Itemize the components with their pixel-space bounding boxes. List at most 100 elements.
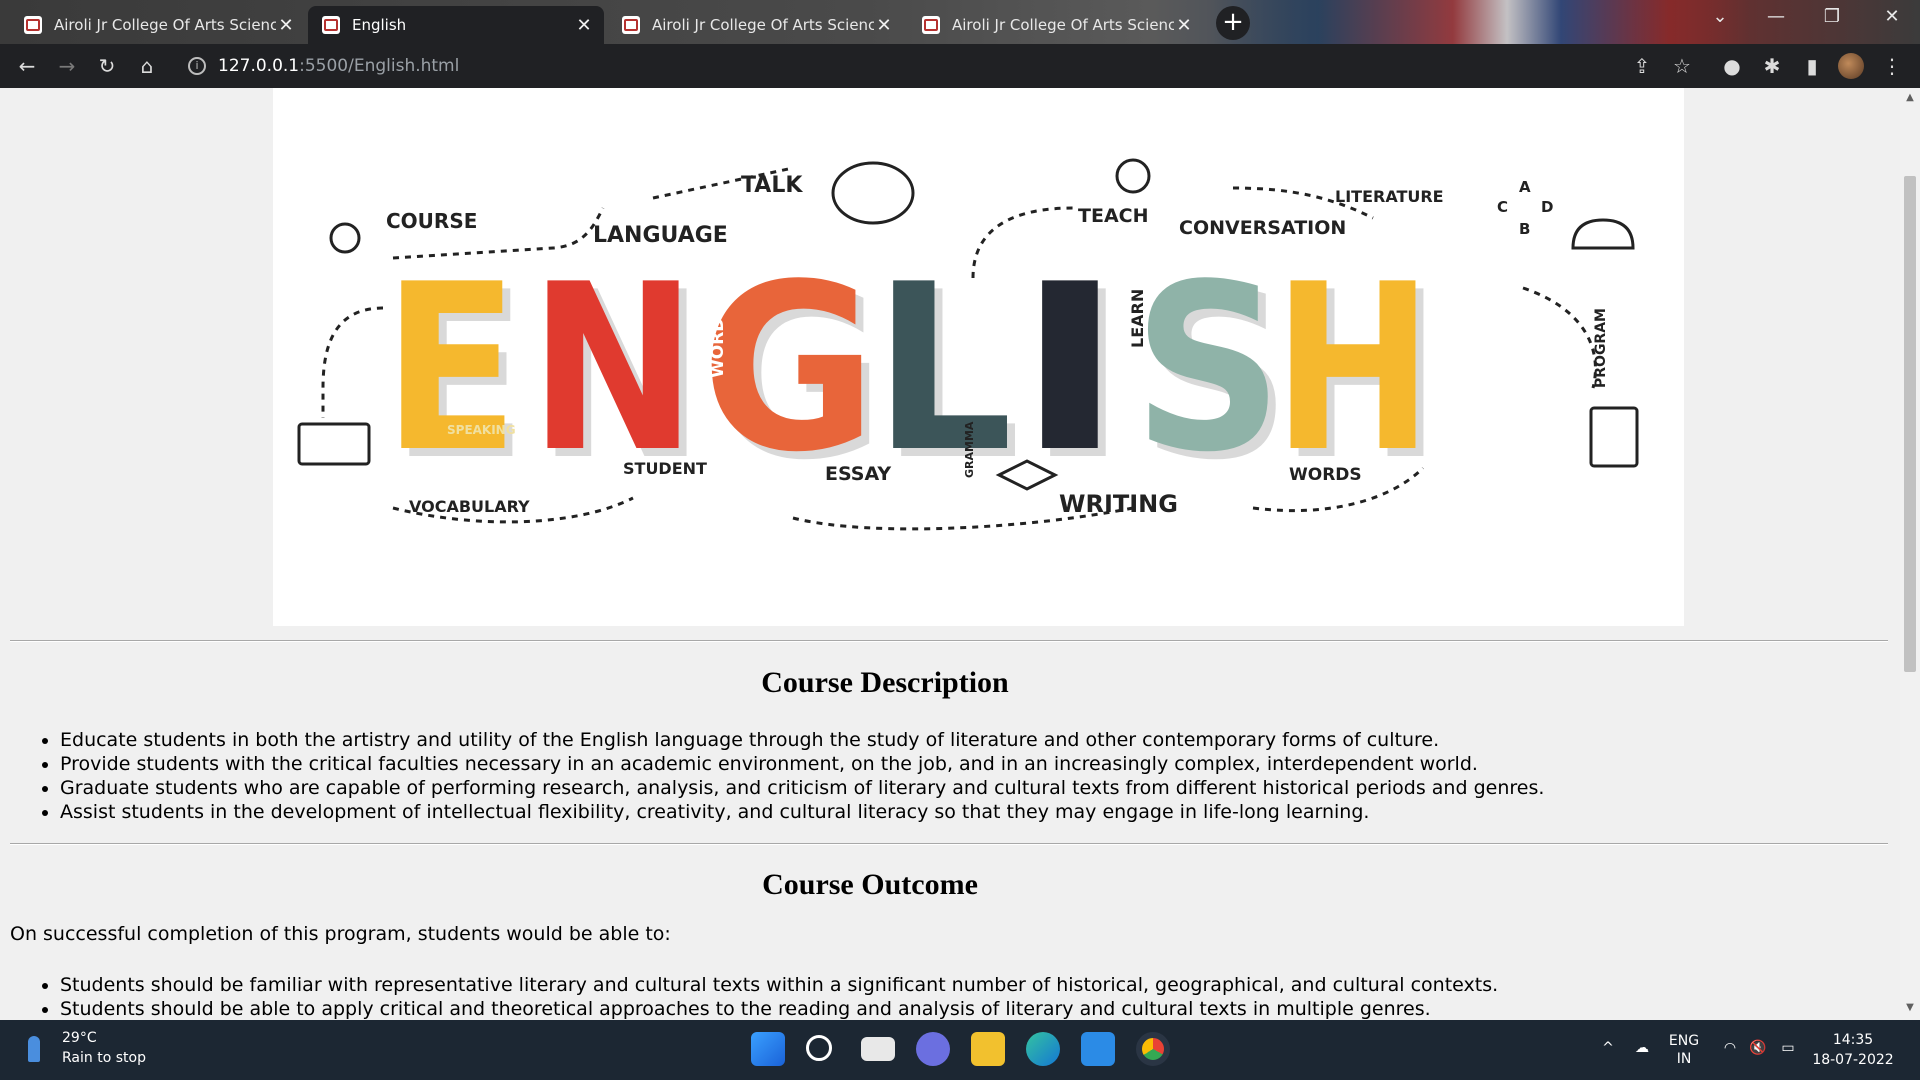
scrollbar-thumb[interactable] (1904, 176, 1916, 672)
list-item: Graduate students who are capable of per… (60, 776, 1544, 800)
chrome-icon[interactable] (1136, 1032, 1170, 1066)
back-icon[interactable]: ← (13, 54, 41, 78)
tab-strip: Airoli Jr College Of Arts Science / ✕ En… (0, 0, 1920, 44)
close-tab-icon[interactable]: ✕ (574, 15, 594, 36)
minimize-icon[interactable]: — (1756, 6, 1796, 27)
side-panel-icon[interactable]: ▮ (1798, 54, 1826, 78)
bookmark-star-icon[interactable]: ☆ (1668, 54, 1696, 78)
reload-icon[interactable]: ↻ (93, 54, 121, 78)
vscode-icon[interactable] (1081, 1032, 1115, 1066)
start-windows-icon[interactable] (751, 1032, 785, 1066)
share-icon[interactable]: ⇪ (1628, 54, 1656, 78)
home-icon[interactable]: ⌂ (133, 54, 161, 78)
banner-word: C (1497, 198, 1508, 216)
rain-icon (28, 1036, 40, 1062)
divider-1 (10, 640, 1888, 642)
banner-word: TEACH (1078, 205, 1149, 227)
wifi-icon[interactable]: ◠ (1718, 1040, 1742, 1056)
edge-browser-icon[interactable] (1026, 1032, 1060, 1066)
restore-icon[interactable]: ❐ (1812, 6, 1852, 27)
close-window-icon[interactable]: ✕ (1872, 6, 1912, 27)
scroll-up-arrow-icon[interactable]: ▲ (1900, 92, 1920, 103)
banner-word: LITERATURE (1335, 187, 1444, 206)
banner-word: WRITING (1059, 490, 1178, 518)
close-tab-icon[interactable]: ✕ (1174, 15, 1194, 36)
college-favicon (922, 16, 940, 34)
english-banner-image: EENNGGLLIISSHH COURSE LANGUAGE TALK TEAC… (273, 88, 1684, 626)
list-item: Students should be familiar with represe… (60, 973, 1498, 997)
english-banner-illustration: EE NN GG LL II SSHH COURSELANGUAGETALKTE… (297, 158, 1639, 531)
tab-college-2[interactable]: Airoli Jr College Of Arts Science / ✕ (608, 6, 904, 44)
tab-title: Airoli Jr College Of Arts Science / (952, 16, 1174, 34)
banner-word: ESSAY (825, 463, 891, 485)
close-tab-icon[interactable]: ✕ (874, 15, 894, 36)
battery-icon[interactable]: ▭ (1776, 1040, 1800, 1056)
course-outcome-heading: Course Outcome (762, 868, 978, 901)
file-explorer-icon[interactable] (971, 1032, 1005, 1066)
page-scrollbar[interactable]: ▲ ▼ (1900, 88, 1920, 1020)
page-viewport: EENNGGLLIISSHH COURSE LANGUAGE TALK TEAC… (0, 88, 1900, 1020)
address-bar[interactable]: i 127.0.0.1:5500/English.html (176, 50, 1706, 82)
banner-letter: L (873, 236, 1013, 503)
input-language[interactable]: ENG IN (1664, 1032, 1704, 1068)
task-view-icon[interactable] (861, 1037, 895, 1061)
browser-toolbar: ← → ↻ ⌂ i 127.0.0.1:5500/English.html ⇪ … (0, 44, 1920, 88)
banner-word: STUDENT (623, 459, 707, 478)
language-code: ENG (1668, 1033, 1700, 1049)
banner-word: GRAMMA (963, 421, 976, 478)
temperature: 29°C (62, 1030, 97, 1046)
clock-time: 14:35 (1832, 1032, 1874, 1048)
banner-word: PROGRAM (1593, 308, 1609, 388)
tab-title: Airoli Jr College Of Arts Science / (652, 16, 874, 34)
list-item: Provide students with the critical facul… (60, 752, 1544, 776)
banner-word: LISTENING (1430, 305, 1446, 388)
scroll-down-arrow-icon[interactable]: ▼ (1900, 1002, 1920, 1013)
tab-college-3[interactable]: Airoli Jr College Of Arts Science / ✕ (908, 6, 1204, 44)
divider-2 (10, 843, 1888, 845)
search-icon[interactable] (806, 1035, 832, 1061)
banner-word: A (1519, 178, 1531, 196)
site-info-icon[interactable]: i (188, 57, 206, 75)
clock[interactable]: 14:35 18-07-2022 (1808, 1030, 1898, 1070)
extensions-puzzle-icon[interactable]: ✱ (1758, 54, 1786, 78)
show-hidden-icons-icon[interactable]: ^ (1598, 1040, 1618, 1056)
banner-word: VOCABULARY (409, 497, 530, 516)
banner-letter: H (1273, 236, 1433, 503)
banner-word: WORDING (708, 283, 728, 378)
tab-english[interactable]: English ✕ (308, 6, 604, 44)
extension-circle-icon[interactable]: ● (1718, 54, 1746, 78)
url-host: 127.0.0.1 (218, 56, 300, 76)
college-favicon (622, 16, 640, 34)
banner-word: SPEAKING (447, 423, 516, 437)
region-code: IN (1676, 1051, 1692, 1067)
course-outcome-list: Students should be familiar with represe… (60, 973, 1498, 1020)
course-outcome-intro: On successful completion of this program… (10, 923, 671, 945)
course-description-list: Educate students in both the artistry an… (60, 728, 1544, 824)
banner-word: B (1519, 220, 1530, 238)
menu-kebab-icon[interactable]: ⋮ (1878, 54, 1906, 78)
banner-letter: E (383, 236, 519, 503)
banner-word: CONVERSATION (1179, 217, 1346, 239)
url-path: :5500/English.html (299, 56, 460, 76)
list-item: Assist students in the development of in… (60, 800, 1544, 824)
teams-chat-icon[interactable] (916, 1032, 950, 1066)
weather-status: Rain to stop (62, 1050, 146, 1066)
banner-word: LANGUAGE (593, 223, 728, 248)
onedrive-icon[interactable]: ☁ (1630, 1040, 1654, 1056)
tab-title: English (352, 16, 407, 34)
college-favicon (24, 16, 42, 34)
close-tab-icon[interactable]: ✕ (276, 15, 296, 36)
banner-word: TALK (741, 173, 803, 198)
clock-date: 18-07-2022 (1812, 1052, 1894, 1068)
volume-muted-icon[interactable]: 🔇 (1746, 1040, 1770, 1056)
profile-avatar[interactable] (1838, 53, 1864, 79)
banner-word: LEARN (1128, 289, 1147, 348)
forward-icon[interactable]: → (53, 54, 81, 78)
new-tab-button[interactable]: + (1216, 6, 1250, 40)
banner-word: D (1541, 198, 1553, 216)
theme-artwork (1210, 0, 1750, 44)
tab-search-icon[interactable]: ⌄ (1700, 6, 1740, 27)
tab-college-1[interactable]: Airoli Jr College Of Arts Science / ✕ (10, 6, 306, 44)
banner-word: COURSE (386, 209, 477, 233)
banner-letter: S (1133, 236, 1283, 503)
